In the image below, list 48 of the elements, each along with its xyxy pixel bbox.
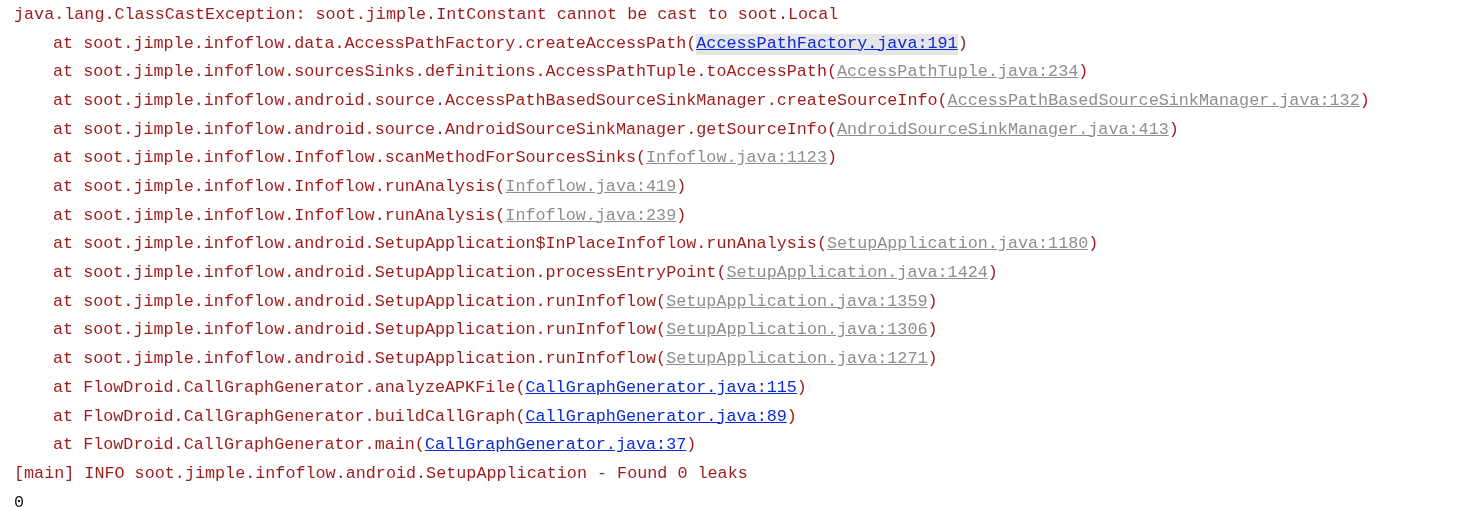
source-link[interactable]: SetupApplication.java:1424 [726,263,988,284]
stack-frame-text: at soot.jimple.infoflow.android.SetupApplication.runInfoflow( [53,320,667,342]
log-line: [main] INFO soot.jimple.infoflow.android.SetupApplication - Found 0 leaks [14,463,748,485]
source-link[interactable]: SetupApplication.java:1180 [827,234,1089,256]
stack-frame-text: at soot.jimple.infoflow.sourcesSinks.definitions.AccessPathTuple.toAccessPath( [53,62,838,84]
closing-paren: ) [786,406,797,428]
source-link[interactable]: Infoflow.java:419 [505,177,677,198]
closing-paren: ) [927,320,938,342]
stack-frame-text: at soot.jimple.infoflow.android.SetupApplication.processEntryPoint( [53,263,727,284]
stack-frame-text: at soot.jimple.infoflow.Infoflow.scanMethodForSourcesSinks( [53,148,647,170]
source-link[interactable]: AccessPathFactory.java:191 [696,33,958,55]
exception-message: java.lang.ClassCastException: soot.jimple.IntConstant cannot be cast to soot.Local [14,4,839,26]
source-link[interactable]: CallGraphGenerator.java:115 [525,377,797,399]
closing-paren: ) [676,205,687,227]
source-link[interactable]: SetupApplication.java:1359 [666,291,928,313]
source-link[interactable]: AccessPathTuple.java:234 [837,62,1079,84]
stack-frame-text: at soot.jimple.infoflow.android.SetupApplication$InPlaceInfoflow.runAnalysis( [53,234,827,256]
source-link[interactable]: Infoflow.java:239 [505,205,677,227]
closing-paren: ) [987,263,998,284]
output-line: 0 [14,492,25,507]
closing-paren: ) [676,177,687,198]
closing-paren: ) [1168,119,1179,141]
source-link[interactable]: CallGraphGenerator.java:37 [424,435,687,457]
closing-paren: ) [796,377,807,399]
closing-paren: ) [686,435,697,457]
stack-frame-text: at soot.jimple.infoflow.android.SetupApplication.runInfoflow( [53,349,667,371]
stack-frame-text: at soot.jimple.infoflow.data.AccessPathFactory.createAccessPath( [53,33,697,55]
source-link[interactable]: Infoflow.java:1123 [646,148,827,170]
stack-frame-text: at soot.jimple.infoflow.Infoflow.runAnalysis( [53,177,506,198]
stack-frame-text: at soot.jimple.infoflow.android.SetupApplication.runInfoflow( [53,291,667,313]
source-link[interactable]: AccessPathBasedSourceSinkManager.java:132 [947,90,1360,112]
stack-frame-text: at soot.jimple.infoflow.android.source.AndroidSourceSinkManager.getSourceInfo( [53,119,838,141]
closing-paren: ) [1078,62,1089,84]
source-link[interactable]: AndroidSourceSinkManager.java:413 [837,119,1169,141]
closing-paren: ) [827,148,838,170]
source-link[interactable]: SetupApplication.java:1306 [666,320,928,342]
source-link[interactable]: SetupApplication.java:1271 [666,349,928,371]
stack-frame-text: at soot.jimple.infoflow.Infoflow.runAnalysis( [53,205,506,227]
source-link[interactable]: CallGraphGenerator.java:89 [525,406,787,428]
closing-paren: ) [1359,90,1370,112]
stack-frame-text: at FlowDroid.CallGraphGenerator.buildCallGraph( [53,406,526,428]
closing-paren: ) [957,33,968,55]
closing-paren: ) [927,291,938,313]
stack-frame-text: at FlowDroid.CallGraphGenerator.main( [53,435,425,457]
closing-paren: ) [927,349,938,371]
stack-frame-text: at soot.jimple.infoflow.android.source.AccessPathBasedSourceSinkManager.createSourceInfo( [53,90,948,112]
stack-frame-text: at FlowDroid.CallGraphGenerator.analyzeAPKFile( [53,377,526,399]
closing-paren: ) [1088,234,1099,256]
